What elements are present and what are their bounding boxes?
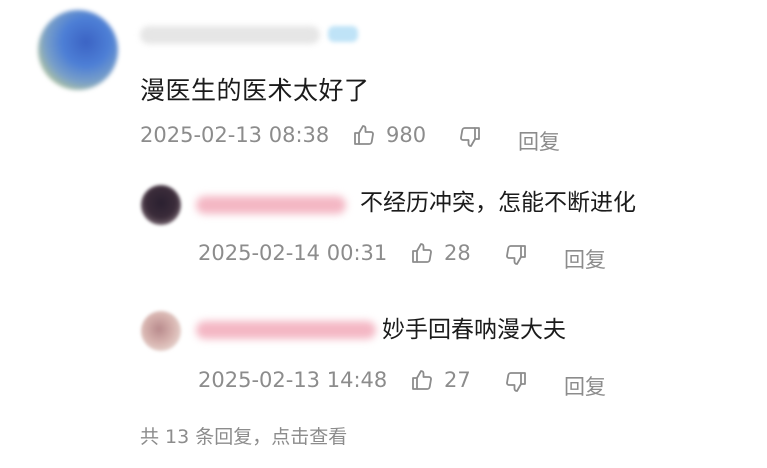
like-count: 980 (386, 123, 427, 147)
avatar[interactable] (141, 311, 181, 351)
comment-text: 漫医生的医术太好了 (140, 76, 370, 105)
thumbs-down-icon (458, 125, 482, 149)
level-badge (328, 26, 358, 42)
like-button[interactable]: 27 (410, 368, 471, 392)
view-replies-link[interactable]: 共 13 条回复，点击查看 (140, 422, 347, 449)
reply-button[interactable]: 回复 (564, 244, 606, 274)
dislike-button[interactable] (504, 243, 528, 267)
dislike-button[interactable] (504, 370, 528, 394)
reply-text: 妙手回春呐漫大夫 (382, 317, 566, 343)
thumbs-up-icon (410, 241, 434, 265)
avatar[interactable] (141, 185, 181, 225)
like-button[interactable]: 28 (410, 241, 471, 265)
username-redacted[interactable] (196, 196, 346, 214)
like-count: 28 (444, 241, 471, 265)
like-count: 27 (444, 368, 471, 392)
reply-text: 不经历冲突，怎能不断进化 (360, 190, 636, 216)
reply-time: 2025-02-14 00:31 (198, 241, 388, 265)
avatar[interactable] (38, 10, 118, 90)
reply-button[interactable]: 回复 (518, 126, 560, 156)
like-button[interactable]: 980 (352, 123, 426, 147)
thumbs-up-icon (410, 368, 434, 392)
thumbs-up-icon (352, 123, 376, 147)
username-redacted[interactable] (140, 26, 320, 44)
dislike-button[interactable] (458, 125, 482, 149)
thumbs-down-icon (504, 370, 528, 394)
username-redacted[interactable] (196, 321, 376, 339)
reply-time: 2025-02-13 14:48 (198, 368, 388, 392)
reply-button[interactable]: 回复 (564, 371, 606, 401)
thumbs-down-icon (504, 243, 528, 267)
comment-time: 2025-02-13 08:38 (140, 123, 330, 147)
